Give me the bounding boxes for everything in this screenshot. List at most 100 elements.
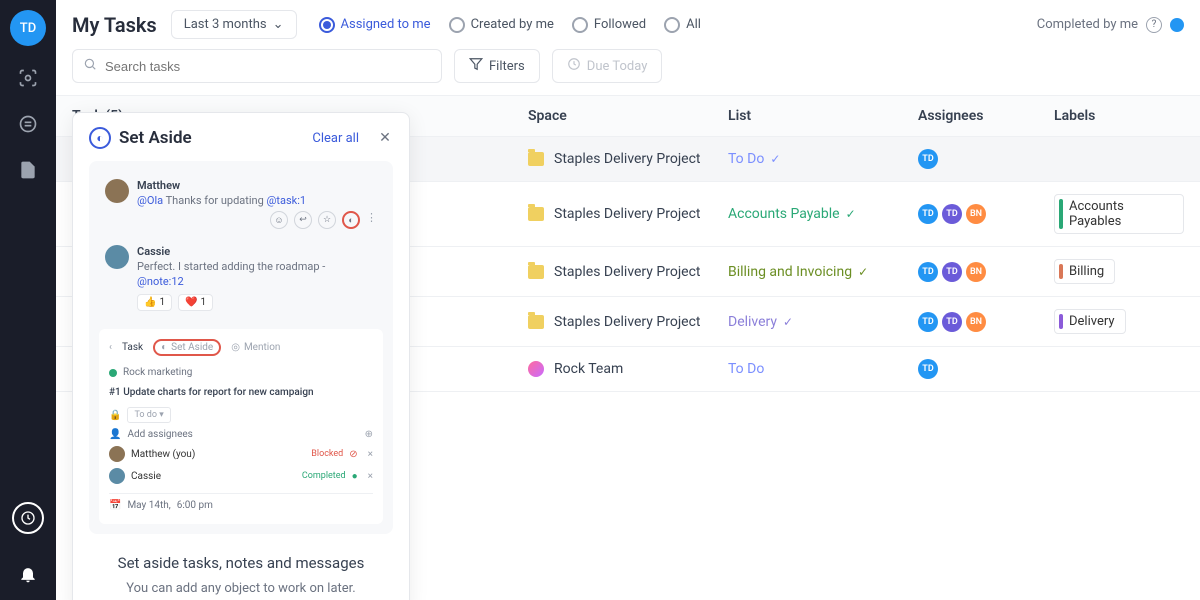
folder-icon (528, 265, 544, 279)
avatar (105, 245, 129, 269)
plus-icon: ⊕ (365, 429, 373, 440)
radio-icon (449, 17, 465, 33)
header-right: Completed by me ? (1037, 17, 1184, 33)
calendar-icon: 📅 (109, 500, 121, 511)
assignees-cell: TDTDBN (918, 262, 1054, 282)
help-icon[interactable]: ? (1146, 17, 1162, 33)
remove-icon: × (368, 449, 373, 460)
chat-author: Cassie (137, 245, 377, 258)
col-list[interactable]: List (728, 108, 918, 124)
clear-all-button[interactable]: Clear all (312, 131, 359, 146)
chat-author: Matthew (137, 179, 377, 192)
panel-footer-subtitle: You can add any object to work on later. (89, 581, 393, 596)
list-cell: Delivery✓ (728, 314, 918, 330)
filter-radios: Assigned to me Created by me Followed Al… (319, 17, 701, 33)
clock-icon[interactable] (12, 502, 44, 534)
assignee-avatar[interactable]: BN (966, 204, 986, 224)
blocked-icon: ⊘ (349, 449, 357, 460)
rock-icon (528, 361, 544, 377)
filter-icon (469, 57, 483, 75)
chat-text: Perfect. I started adding the roadmap - (137, 260, 377, 273)
more-icon: ⋮ (366, 211, 377, 229)
list-cell: Billing and Invoicing✓ (728, 264, 918, 280)
completed-by-label[interactable]: Completed by me (1037, 17, 1138, 32)
set-aside-icon: ◐ (89, 127, 111, 149)
filter-followed[interactable]: Followed (572, 17, 646, 33)
remove-icon: × (368, 471, 373, 482)
search-input[interactable] (105, 59, 431, 74)
list-cell: Accounts Payable✓ (728, 206, 918, 222)
search-box[interactable] (72, 49, 442, 83)
filters-button[interactable]: Filters (454, 49, 540, 83)
folder-icon (528, 207, 544, 221)
tab-set-aside: ◐ Set Aside (153, 339, 221, 356)
doc-icon[interactable] (14, 156, 42, 184)
clock-icon (567, 57, 581, 75)
status-blocked: Blocked (311, 449, 343, 459)
assignee-avatar[interactable]: TD (942, 204, 962, 224)
period-selector[interactable]: Last 3 months ⌄ (171, 10, 297, 39)
assignee-avatar[interactable]: TD (918, 149, 938, 169)
status-select: To do ▾ (127, 407, 170, 423)
assignee-avatar[interactable]: TD (918, 359, 938, 379)
col-space[interactable]: Space (528, 108, 728, 124)
check-icon: ✓ (770, 152, 780, 166)
col-assignees[interactable]: Assignees (918, 108, 1054, 124)
folder-icon (528, 152, 544, 166)
list-icon[interactable] (14, 110, 42, 138)
due-today-button[interactable]: Due Today (552, 49, 663, 83)
assignee-avatar[interactable]: BN (966, 262, 986, 282)
label-chip[interactable]: Accounts Payables (1054, 194, 1184, 234)
bell-icon[interactable] (14, 560, 42, 588)
labels-cell: Delivery (1054, 309, 1184, 334)
close-icon[interactable]: ✕ (377, 130, 393, 146)
panel-footer-title: Set aside tasks, notes and messages (89, 552, 393, 575)
assignee-avatar[interactable]: TD (918, 204, 938, 224)
user-avatar[interactable]: TD (10, 10, 46, 46)
filter-assigned[interactable]: Assigned to me (319, 17, 431, 33)
header: My Tasks Last 3 months ⌄ Assigned to me … (56, 0, 1200, 49)
avatar (109, 446, 125, 462)
panel-footer: Set aside tasks, notes and messages You … (89, 552, 393, 596)
label-chip[interactable]: Delivery (1054, 309, 1126, 334)
main-content: My Tasks Last 3 months ⌄ Assigned to me … (56, 0, 1200, 600)
radio-icon (664, 17, 680, 33)
assignee-avatar[interactable]: TD (918, 312, 938, 332)
star-icon: ☆ (318, 211, 336, 229)
assignee-avatar[interactable]: TD (942, 312, 962, 332)
labels-cell: Billing (1054, 259, 1184, 284)
search-icon (83, 57, 97, 75)
panel-header: ◐ Set Aside Clear all ✕ (89, 127, 393, 149)
assignees-cell: TDTDBN (918, 204, 1054, 224)
filter-all[interactable]: All (664, 17, 701, 33)
assignee-avatar[interactable]: BN (966, 312, 986, 332)
col-labels[interactable]: Labels (1054, 108, 1184, 124)
check-icon: ✓ (846, 207, 856, 221)
period-label: Last 3 months (184, 17, 267, 32)
chat-message: Cassie Perfect. I started adding the roa… (99, 237, 383, 319)
dot-icon (109, 369, 117, 377)
status-dot-icon[interactable] (1170, 18, 1184, 32)
assignee-avatar[interactable]: TD (918, 262, 938, 282)
lock-icon: 🔒 (109, 410, 121, 421)
assignee-avatar[interactable]: TD (942, 262, 962, 282)
check-icon: ● (352, 471, 358, 482)
chat-message: Matthew @Ola Thanks for updating @task:1… (99, 171, 383, 237)
filter-created[interactable]: Created by me (449, 17, 554, 33)
toolbar: Filters Due Today (56, 49, 1200, 95)
label-chip[interactable]: Billing (1054, 259, 1115, 284)
space-cell: Staples Delivery Project (528, 151, 728, 167)
tab-task: Task (122, 342, 143, 353)
assignees-cell: TD (918, 359, 1054, 379)
capture-icon[interactable] (14, 64, 42, 92)
chat-text: @Ola Thanks for updating @task:1 (137, 194, 377, 207)
status-completed: Completed (302, 471, 346, 481)
labels-cell: Accounts Payables (1054, 194, 1184, 234)
list-cell: To Do (728, 361, 918, 377)
reaction: ❤️ 1 (178, 294, 213, 311)
avatar (109, 468, 125, 484)
reaction: 👍 1 (137, 294, 172, 311)
task-title: #1 Update charts for report for new camp… (109, 387, 373, 398)
tab-mention: ◎ Mention (231, 342, 280, 353)
list-cell: To Do✓ (728, 151, 918, 167)
